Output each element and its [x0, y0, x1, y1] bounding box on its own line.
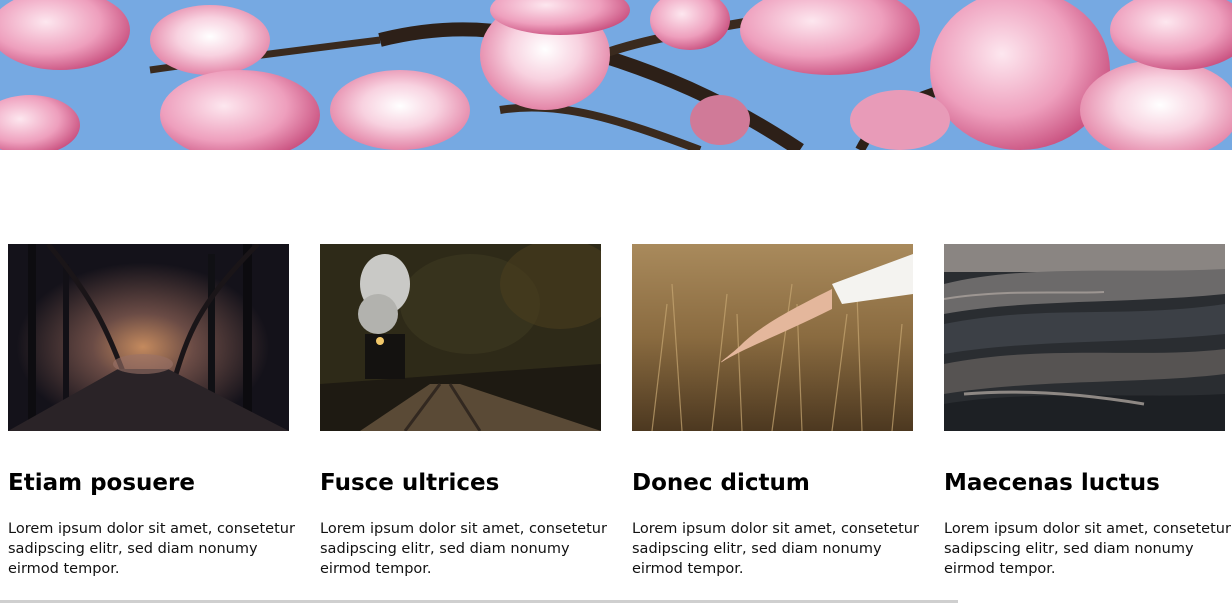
card-text: Lorem ipsum dolor sit amet, consetetur s…	[944, 521, 1231, 577]
steam-train-forest-photo	[320, 244, 601, 431]
card-title: Fusce ultrices	[320, 470, 500, 496]
card-fusce-ultrices: Fusce ultrices Lorem ipsum dolor sit ame…	[320, 244, 607, 577]
card-maecenas-luctus: Maecenas luctus Lorem ipsum dolor sit am…	[944, 244, 1231, 577]
card-etiam-posuere: Etiam posuere Lorem ipsum dolor sit amet…	[8, 244, 295, 577]
card-donec-dictum: Donec dictum Lorem ipsum dolor sit amet,…	[632, 244, 919, 577]
card-title: Donec dictum	[632, 470, 810, 496]
hand-wheat-field-photo	[632, 244, 913, 431]
dark-forest-path-photo	[8, 244, 289, 431]
hero-banner	[0, 0, 1232, 150]
card-grid: Etiam posuere Lorem ipsum dolor sit amet…	[8, 244, 1231, 584]
card-title: Maecenas luctus	[944, 470, 1160, 496]
magnolia-blossom-photo	[0, 0, 1232, 150]
card-text: Lorem ipsum dolor sit amet, consetetur s…	[632, 521, 919, 577]
card-image	[320, 244, 601, 431]
card-image	[944, 244, 1225, 431]
card-image	[8, 244, 289, 431]
layered-rock-photo	[944, 244, 1225, 431]
card-text: Lorem ipsum dolor sit amet, consetetur s…	[8, 521, 295, 577]
card-image	[632, 244, 913, 431]
card-title: Etiam posuere	[8, 470, 195, 496]
card-text: Lorem ipsum dolor sit amet, consetetur s…	[320, 521, 607, 577]
